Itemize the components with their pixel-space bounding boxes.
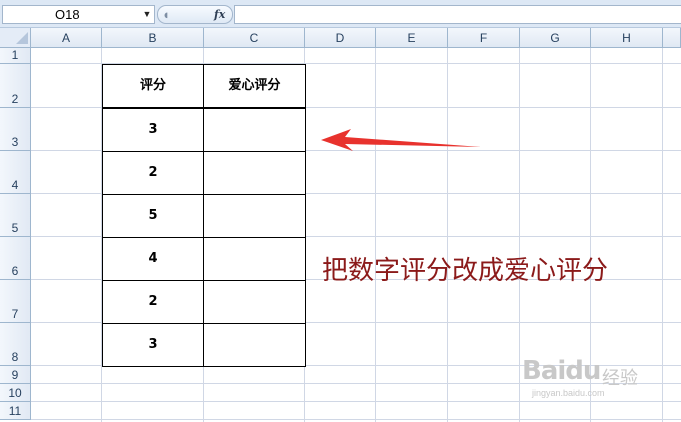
row-header-9[interactable]: 9: [0, 366, 31, 384]
watermark-text: 经验: [602, 368, 638, 388]
row-header-3[interactable]: 3: [0, 108, 31, 151]
row-header-2[interactable]: 2: [0, 64, 31, 108]
select-all-icon: [16, 32, 28, 44]
formula-input[interactable]: [234, 5, 681, 24]
data-table: 评分 爱心评分 3 2 5 4 2 3: [102, 64, 306, 367]
row-header-8[interactable]: 8: [0, 323, 31, 366]
row-header-7[interactable]: 7: [0, 280, 31, 323]
heart-score-cell[interactable]: [203, 194, 306, 238]
score-cell[interactable]: 2: [102, 151, 204, 195]
column-header-d[interactable]: D: [305, 28, 376, 48]
score-cell[interactable]: 5: [102, 194, 204, 238]
row-header-10[interactable]: 10: [0, 384, 31, 402]
score-cell[interactable]: 4: [102, 237, 204, 281]
insert-function-icon[interactable]: fx: [214, 6, 230, 23]
score-cell[interactable]: 2: [102, 280, 204, 324]
column-header-b[interactable]: B: [102, 28, 204, 48]
row-number: 1: [11, 48, 19, 62]
row-number: 3: [11, 135, 19, 149]
row-header-11[interactable]: 11: [0, 402, 31, 420]
column-header-c[interactable]: C: [204, 28, 305, 48]
row-number: 10: [8, 386, 22, 400]
row-number: 2: [11, 92, 19, 106]
row-number: 5: [11, 221, 19, 235]
row-number: 7: [11, 307, 19, 321]
row-number: 4: [11, 178, 19, 192]
heart-score-cell[interactable]: [203, 280, 306, 324]
heart-score-cell[interactable]: [203, 108, 306, 152]
row-number: 11: [8, 404, 22, 418]
watermark-url: jingyan.baidu.com: [532, 388, 605, 398]
row-header-4[interactable]: 4: [0, 151, 31, 194]
heart-score-cell[interactable]: [203, 151, 306, 195]
heart-score-cell[interactable]: [203, 237, 306, 281]
column-header-f[interactable]: F: [448, 28, 520, 48]
column-header-e[interactable]: E: [376, 28, 448, 48]
score-cell[interactable]: 3: [102, 108, 204, 152]
baidu-logo: Baidu: [522, 356, 601, 386]
row-number: 9: [11, 368, 19, 382]
column-header-overflow[interactable]: [663, 28, 681, 48]
name-box[interactable]: O18: [2, 5, 155, 24]
gridline-horizontal: [31, 419, 681, 420]
resize-grip-icon[interactable]: ◖: [162, 7, 174, 22]
row-number: 6: [11, 264, 19, 278]
chevron-down-icon[interactable]: ▼: [141, 6, 153, 22]
column-header-a[interactable]: A: [31, 28, 102, 48]
arrow-shape: [321, 129, 481, 151]
gridline-horizontal: [31, 401, 681, 402]
row-number: 8: [11, 350, 19, 364]
column-header-g[interactable]: G: [520, 28, 591, 48]
header-cell-score[interactable]: 评分: [102, 64, 204, 108]
red-arrow-icon: [321, 129, 481, 151]
row-header-6[interactable]: 6: [0, 237, 31, 280]
row-header-1[interactable]: 1: [0, 48, 31, 64]
row-headers: 1 2 3 4 5 6 7 8 9 10 11: [0, 48, 31, 422]
annotation-text: 把数字评分改成爱心评分: [322, 256, 609, 286]
row-header-5[interactable]: 5: [0, 194, 31, 237]
score-cell[interactable]: 3: [102, 323, 204, 367]
column-headers: ABCDEFGH: [31, 28, 681, 48]
heart-score-cell[interactable]: [203, 323, 306, 367]
header-cell-heart-score[interactable]: 爱心评分: [203, 64, 306, 108]
column-header-h[interactable]: H: [591, 28, 663, 48]
